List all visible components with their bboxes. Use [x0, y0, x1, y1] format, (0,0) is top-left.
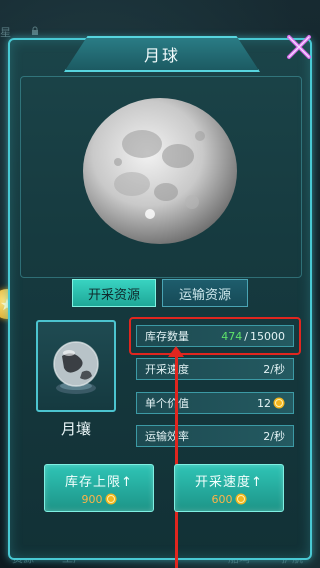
stat-unit-value: 单个价值 12: [136, 392, 294, 414]
stat-value: 2/秒: [263, 363, 285, 376]
stat-label: 运输效率: [145, 430, 189, 443]
moon-soil-globe-icon: [53, 341, 99, 394]
button-cost: 600: [212, 493, 247, 506]
highlight-box: [129, 317, 301, 355]
stat-label: 单个价值: [145, 397, 189, 410]
coin-icon: [273, 397, 285, 409]
stat-mining-speed: 开采速度 2/秒: [136, 358, 294, 380]
panel-title-text: 月球: [143, 46, 180, 65]
tab-label: 开采资源: [87, 287, 140, 303]
highlight-arrow-head: [168, 346, 184, 357]
cost-value: 600: [211, 492, 233, 506]
stat-value: 2/秒: [263, 430, 285, 443]
cost-value: 900: [81, 492, 103, 506]
stat-value: 12: [257, 397, 285, 410]
tab-label: 运输资源: [178, 287, 231, 303]
lock-icon: [32, 26, 38, 35]
highlight-arrow-line: [175, 354, 178, 568]
upgrade-storage-limit-button[interactable]: 库存上限↑ 900: [44, 464, 154, 512]
unit-value-number: 12: [257, 396, 271, 410]
background-label: 星: [0, 26, 11, 39]
tab-transport-resources[interactable]: 运输资源: [162, 279, 248, 307]
coin-icon: [105, 493, 116, 505]
coin-icon: [235, 493, 246, 505]
button-label: 开采速度↑: [195, 474, 263, 490]
button-label: 库存上限↑: [65, 474, 133, 490]
stat-transport-efficiency: 运输效率 2/秒: [136, 425, 294, 447]
moon-image: [83, 98, 237, 244]
button-cost: 900: [82, 493, 117, 506]
tab-mining-resources[interactable]: 开采资源: [72, 279, 156, 307]
stat-label: 开采速度: [145, 363, 189, 376]
resource-item-box: [36, 320, 116, 412]
panel-title: 月球: [64, 36, 260, 72]
close-icon[interactable]: [284, 32, 314, 62]
upgrade-mining-speed-button[interactable]: 开采速度↑ 600: [174, 464, 284, 512]
resource-name: 月壤: [60, 420, 91, 438]
